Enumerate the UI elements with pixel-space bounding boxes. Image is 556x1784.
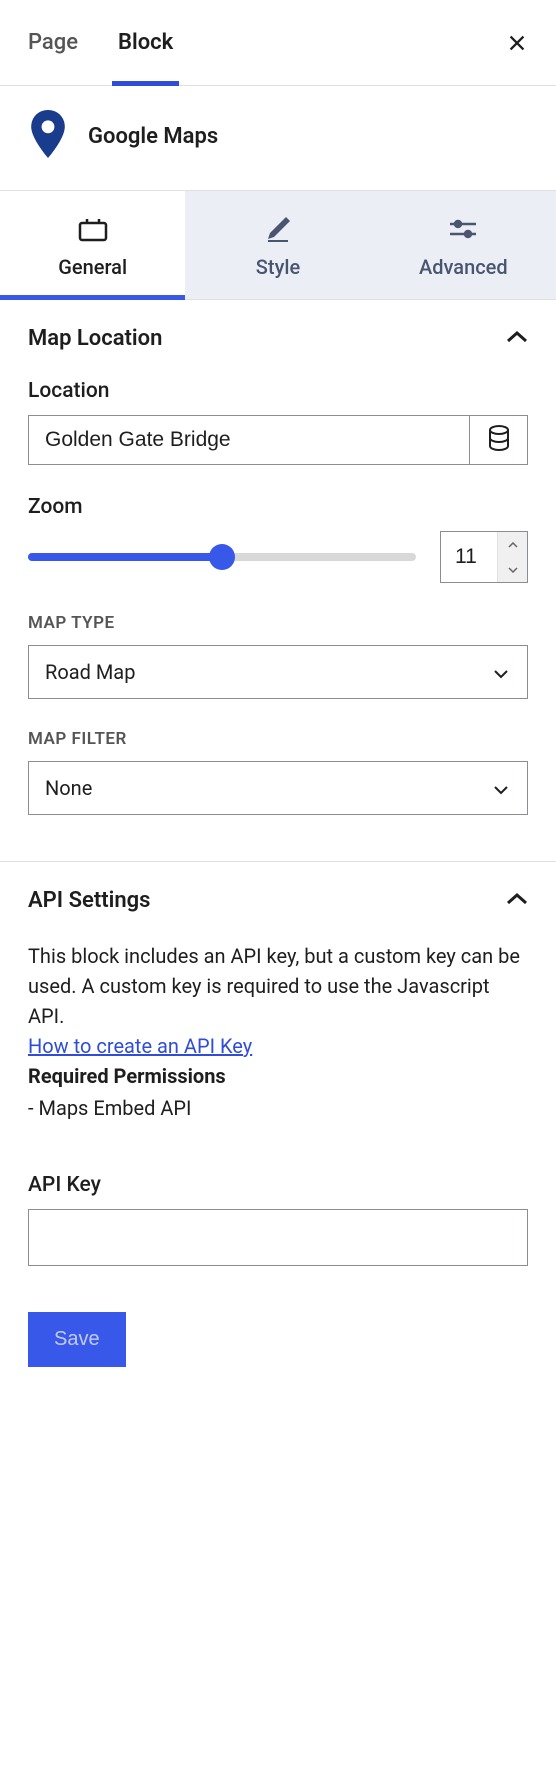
zoom-number-wrap bbox=[440, 531, 528, 583]
style-icon bbox=[264, 215, 292, 243]
database-icon bbox=[487, 425, 511, 455]
sub-tab-general[interactable]: General bbox=[0, 191, 185, 299]
map-filter-label: MAP FILTER bbox=[28, 729, 528, 749]
map-pin-icon bbox=[28, 110, 68, 162]
section-title-map-location: Map Location bbox=[28, 326, 162, 351]
api-key-help-link[interactable]: How to create an API Key bbox=[28, 1034, 252, 1058]
api-description: This block includes an API key, but a cu… bbox=[28, 944, 520, 1028]
map-type-select[interactable]: Road Map bbox=[28, 645, 528, 699]
location-input[interactable] bbox=[28, 415, 470, 465]
field-map-type: MAP TYPE Road Map bbox=[28, 613, 528, 699]
sub-tab-advanced-label: Advanced bbox=[419, 255, 508, 279]
zoom-label: Zoom bbox=[28, 495, 528, 519]
save-button[interactable]: Save bbox=[28, 1312, 126, 1367]
zoom-step-down[interactable] bbox=[498, 557, 527, 582]
block-sub-tabs: General Style Advanced bbox=[0, 191, 556, 300]
advanced-icon bbox=[447, 215, 479, 243]
tab-block[interactable]: Block bbox=[118, 0, 173, 86]
map-filter-select[interactable]: None bbox=[28, 761, 528, 815]
close-icon bbox=[506, 32, 528, 54]
api-key-label: API Key bbox=[28, 1173, 528, 1197]
field-zoom: Zoom bbox=[28, 495, 528, 583]
tab-page[interactable]: Page bbox=[28, 0, 78, 86]
api-description-block: This block includes an API key, but a cu… bbox=[28, 941, 528, 1123]
field-location: Location bbox=[28, 379, 528, 465]
sub-tab-general-label: General bbox=[58, 255, 127, 279]
section-header-api-settings[interactable]: API Settings bbox=[28, 888, 528, 913]
map-type-label: MAP TYPE bbox=[28, 613, 528, 633]
chevron-up-icon bbox=[506, 891, 528, 910]
location-label: Location bbox=[28, 379, 528, 403]
field-map-filter: MAP FILTER None bbox=[28, 729, 528, 815]
zoom-step-up[interactable] bbox=[498, 532, 527, 557]
block-title: Google Maps bbox=[88, 124, 218, 149]
section-api-settings: API Settings This block includes an API … bbox=[0, 862, 556, 1395]
chevron-up-icon bbox=[508, 542, 518, 548]
zoom-slider-thumb[interactable] bbox=[209, 544, 235, 570]
sub-tab-advanced[interactable]: Advanced bbox=[371, 191, 556, 299]
field-api-key: API Key bbox=[28, 1173, 528, 1266]
zoom-slider-fill bbox=[28, 553, 222, 561]
section-title-api-settings: API Settings bbox=[28, 888, 150, 913]
general-icon bbox=[77, 215, 109, 243]
block-header: Google Maps bbox=[0, 86, 556, 191]
section-header-map-location[interactable]: Map Location bbox=[28, 326, 528, 351]
chevron-down-icon bbox=[493, 660, 509, 684]
chevron-down-icon bbox=[508, 567, 518, 573]
dynamic-content-button[interactable] bbox=[470, 415, 528, 465]
chevron-down-icon bbox=[493, 776, 509, 800]
section-map-location: Map Location Location Zoom bbox=[0, 300, 556, 853]
map-filter-value: None bbox=[45, 776, 92, 800]
close-button[interactable] bbox=[506, 32, 528, 54]
zoom-slider[interactable] bbox=[28, 553, 416, 561]
inspector-top-tabs: Page Block bbox=[0, 0, 556, 86]
api-key-input[interactable] bbox=[28, 1209, 528, 1266]
chevron-up-icon bbox=[506, 329, 528, 348]
map-type-value: Road Map bbox=[45, 660, 135, 684]
required-permissions-title: Required Permissions bbox=[28, 1064, 226, 1088]
required-permissions-item: - Maps Embed API bbox=[28, 1093, 528, 1123]
sub-tab-style[interactable]: Style bbox=[185, 191, 370, 299]
sub-tab-style-label: Style bbox=[256, 255, 300, 279]
zoom-number-input[interactable] bbox=[441, 532, 497, 582]
